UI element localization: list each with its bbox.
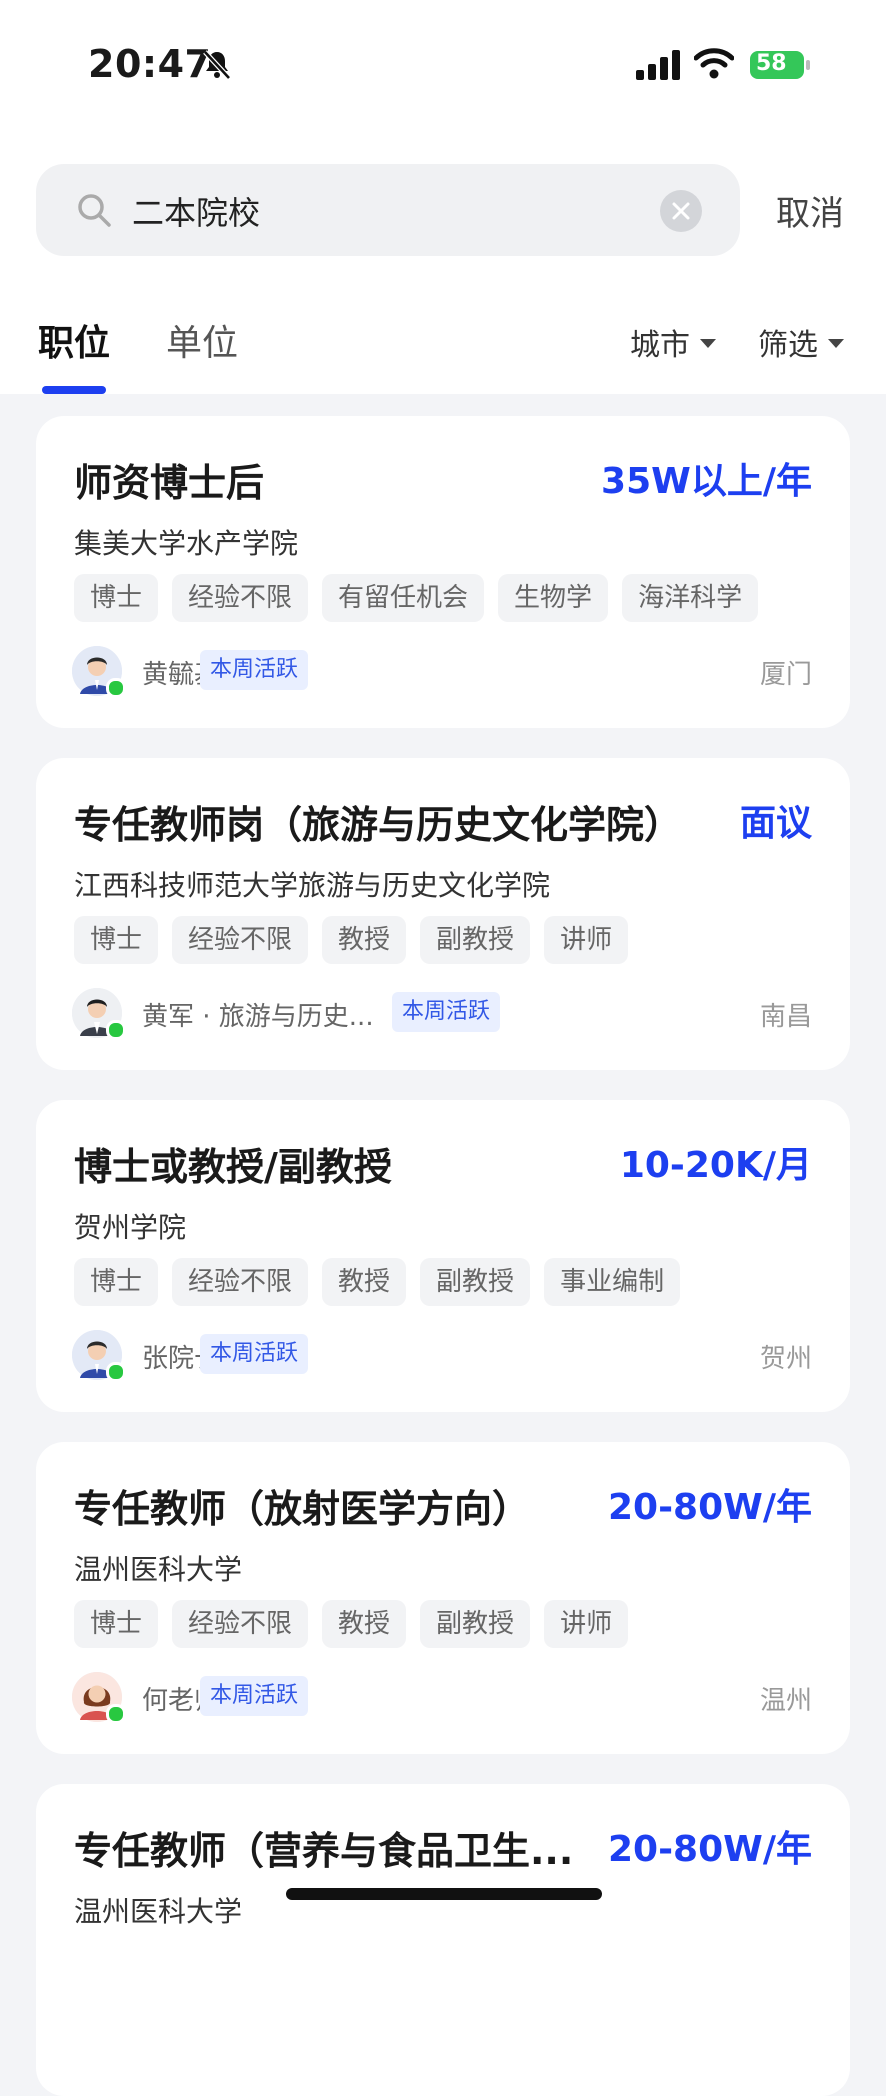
battery-level: 58 — [756, 51, 787, 76]
job-city: 南昌 — [759, 1002, 812, 1032]
city-filter-button[interactable]: 城市 — [630, 320, 716, 364]
job-tag: 教授 — [322, 1600, 407, 1648]
online-indicator — [106, 1020, 126, 1040]
job-tags: 博士 经验不限 教授 副教授 讲师 — [74, 916, 629, 964]
job-tag: 经验不限 — [172, 1600, 309, 1648]
job-city: 贺州 — [759, 1344, 812, 1374]
caret-down-icon — [700, 339, 716, 348]
job-salary: 20-80W/年 — [608, 1829, 812, 1870]
job-tag: 有留任机会 — [322, 574, 485, 622]
job-tag: 博士 — [74, 1600, 159, 1648]
job-card[interactable]: 专任教师（营养与食品卫生... 20-80W/年 温州医科大学 — [36, 1784, 850, 2096]
job-tags: 博士 经验不限 教授 副教授 事业编制 — [74, 1258, 681, 1306]
job-title: 师资博士后 — [74, 461, 265, 505]
job-employer: 温州医科大学 — [74, 1553, 243, 1586]
tab-positions[interactable]: 职位 — [38, 314, 110, 366]
job-title: 专任教师（放射医学方向） — [74, 1487, 531, 1531]
city-filter-label: 城市 — [630, 328, 690, 363]
active-tab-indicator — [42, 386, 106, 394]
bell-muted-icon — [203, 50, 231, 80]
job-tag: 教授 — [322, 916, 407, 964]
wifi-icon — [694, 48, 734, 79]
job-card[interactable]: 师资博士后 35W以上/年 集美大学水产学院 博士 经验不限 有留任机会 生物学… — [36, 416, 850, 728]
close-icon — [672, 202, 690, 220]
filter-button[interactable]: 筛选 — [758, 320, 844, 364]
filter-label: 筛选 — [758, 328, 818, 363]
job-tag: 副教授 — [420, 916, 531, 964]
activity-badge: 本周活跃 — [200, 650, 309, 690]
job-tag: 博士 — [74, 574, 159, 622]
caret-down-icon — [828, 339, 844, 348]
job-tag: 经验不限 — [172, 1258, 309, 1306]
job-tag: 副教授 — [420, 1600, 531, 1648]
job-salary: 35W以上/年 — [601, 461, 812, 502]
job-title: 博士或教授/副教授 — [74, 1145, 392, 1189]
recruiter-avatar — [72, 988, 126, 1040]
status-time: 20:47 — [88, 42, 212, 86]
job-employer: 温州医科大学 — [74, 1895, 243, 1928]
job-card[interactable]: 专任教师岗（旅游与历史文化学院） 面议 江西科技师范大学旅游与历史文化学院 博士… — [36, 758, 850, 1070]
activity-badge: 本周活跃 — [200, 1676, 309, 1716]
recruiter-name: 黄军 · 旅游与历史... — [142, 1002, 374, 1032]
job-tag: 教授 — [322, 1258, 407, 1306]
job-employer: 集美大学水产学院 — [74, 527, 299, 560]
online-indicator — [106, 678, 126, 698]
job-tag: 海洋科学 — [622, 574, 759, 622]
recruiter-avatar — [72, 646, 126, 698]
job-title: 专任教师岗（旅游与历史文化学院） — [74, 803, 683, 847]
job-tag: 生物学 — [498, 574, 609, 622]
online-indicator — [106, 1704, 126, 1724]
job-tag: 讲师 — [544, 916, 629, 964]
clear-search-button[interactable] — [660, 190, 702, 232]
battery-icon: 58 — [750, 48, 812, 82]
job-employer: 贺州学院 — [74, 1211, 187, 1244]
job-salary: 面议 — [739, 803, 812, 844]
job-tag: 博士 — [74, 916, 159, 964]
home-indicator[interactable] — [286, 1888, 602, 1900]
job-title: 专任教师（营养与食品卫生... — [74, 1829, 574, 1873]
job-tag: 副教授 — [420, 1258, 531, 1306]
cancel-button[interactable]: 取消 — [776, 186, 844, 235]
job-tag: 博士 — [74, 1258, 159, 1306]
search-input[interactable]: 二本院校 — [36, 164, 740, 256]
job-card[interactable]: 专任教师（放射医学方向） 20-80W/年 温州医科大学 博士 经验不限 教授 … — [36, 1442, 850, 1754]
search-icon — [78, 194, 111, 227]
job-city: 温州 — [759, 1686, 812, 1716]
job-salary: 20-80W/年 — [608, 1487, 812, 1528]
job-tags: 博士 经验不限 教授 副教授 讲师 — [74, 1600, 629, 1648]
search-query[interactable]: 二本院校 — [132, 188, 260, 234]
job-tag: 讲师 — [544, 1600, 629, 1648]
job-tags: 博士 经验不限 有留任机会 生物学 海洋科学 — [74, 574, 759, 622]
recruiter-avatar — [72, 1672, 126, 1724]
tab-employers[interactable]: 单位 — [166, 314, 238, 366]
job-tag: 经验不限 — [172, 916, 309, 964]
activity-badge: 本周活跃 — [392, 992, 501, 1032]
activity-badge: 本周活跃 — [200, 1334, 309, 1374]
job-card[interactable]: 博士或教授/副教授 10-20K/月 贺州学院 博士 经验不限 教授 副教授 事… — [36, 1100, 850, 1412]
recruiter-avatar — [72, 1330, 126, 1382]
job-employer: 江西科技师范大学旅游与历史文化学院 — [74, 869, 551, 902]
job-tag: 经验不限 — [172, 574, 309, 622]
job-tag: 事业编制 — [544, 1258, 681, 1306]
signal-icon — [636, 50, 680, 80]
online-indicator — [106, 1362, 126, 1382]
job-city: 厦门 — [759, 660, 812, 690]
job-salary: 10-20K/月 — [619, 1145, 812, 1186]
